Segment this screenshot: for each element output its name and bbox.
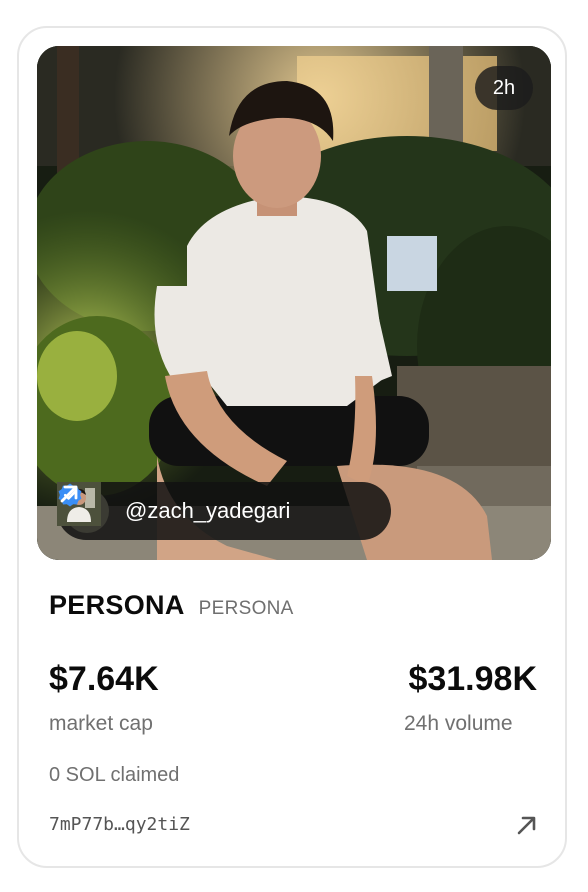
token-title-row: PERSONA PERSONA xyxy=(49,590,294,621)
volume-label: 24h volume xyxy=(404,712,513,735)
token-symbol: PERSONA xyxy=(198,598,294,619)
token-card[interactable]: 2h @zach_yadegari PERSONA PERSONA $7.64K… xyxy=(17,26,567,868)
age-badge: 2h xyxy=(475,66,533,110)
token-name: PERSONA xyxy=(49,590,185,620)
external-link-arrow-icon[interactable] xyxy=(60,485,368,523)
contract-address[interactable]: 7mP77b…qy2tiZ xyxy=(49,814,190,835)
market-cap-value: $7.64K xyxy=(49,660,159,698)
token-image[interactable]: 2h @zach_yadegari xyxy=(37,46,551,560)
verified-badge-icon xyxy=(58,483,328,524)
sol-claimed: 0 SOL claimed xyxy=(49,764,180,786)
market-cap-label: market cap xyxy=(49,712,153,735)
arrow-up-right-icon[interactable] xyxy=(514,812,540,838)
creator-pill[interactable]: @zach_yadegari xyxy=(57,482,391,540)
volume-value: $31.98K xyxy=(408,660,537,698)
creator-handle[interactable]: @zach_yadegari xyxy=(125,498,290,524)
